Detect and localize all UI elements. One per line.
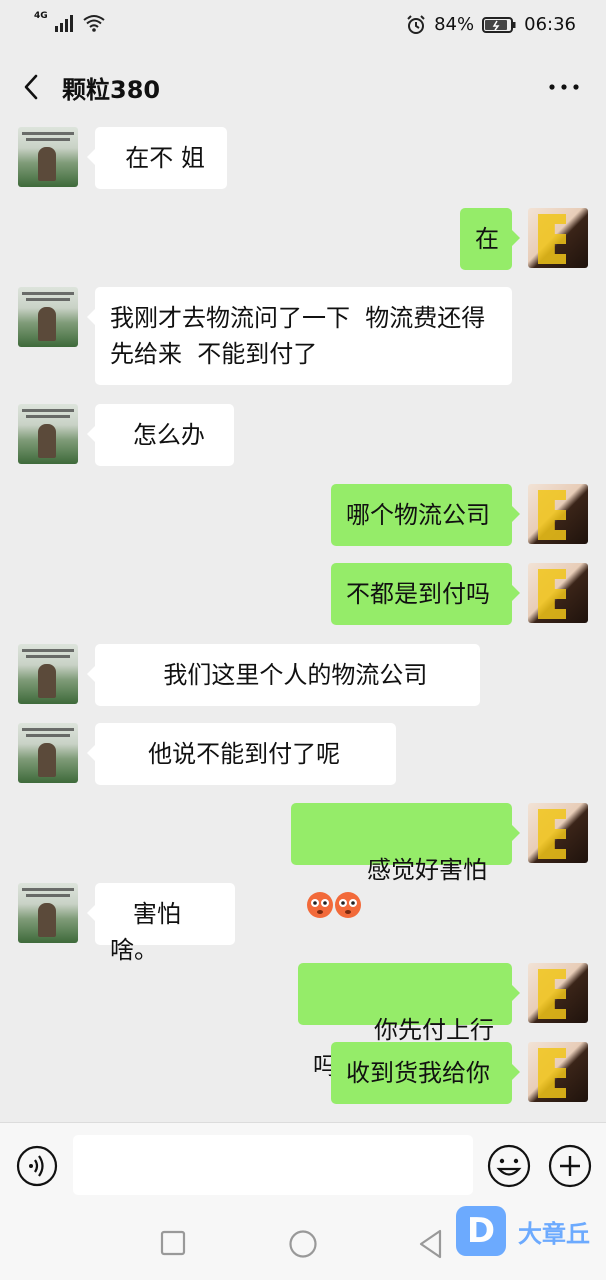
- watermark-logo: D: [456, 1206, 506, 1256]
- chat-title: 颗粒380: [62, 76, 161, 104]
- network-type: 4G: [34, 11, 48, 21]
- message-bubble-outgoing[interactable]: 不都是到付吗: [331, 563, 520, 625]
- message-bubble-outgoing[interactable]: 哪个物流公司: [331, 484, 520, 546]
- status-left: 4G: [34, 11, 106, 32]
- message-bubble-incoming[interactable]: 我刚才去物流问了一下 物流费还得 先给来 不能到付了: [87, 287, 512, 385]
- message-list[interactable]: 在不 姐 在 我刚才去物流问了一下 物流费还得 先给来 不能到付了 怎么办 哪个…: [0, 120, 606, 1122]
- message-input[interactable]: [73, 1135, 473, 1195]
- message-bubble-incoming[interactable]: 他说不能到付了呢: [87, 723, 396, 785]
- contact-avatar[interactable]: [18, 127, 78, 187]
- home-icon[interactable]: [288, 1229, 318, 1259]
- wifi-icon: [83, 15, 105, 32]
- message-bubble-incoming[interactable]: 在不 姐: [87, 127, 227, 189]
- status-right: 84% 06:36: [406, 14, 576, 35]
- contact-avatar[interactable]: [18, 723, 78, 783]
- my-avatar[interactable]: [528, 1042, 588, 1102]
- message-bubble-outgoing[interactable]: 你先付上行吗: [298, 963, 520, 1080]
- my-avatar[interactable]: [528, 963, 588, 1023]
- alarm-icon: [407, 14, 425, 34]
- contact-avatar[interactable]: [18, 287, 78, 347]
- message-bubble-incoming[interactable]: 我们这里个人的物流公司: [87, 644, 480, 706]
- recent-apps-icon[interactable]: [160, 1230, 186, 1256]
- message-bubble-incoming[interactable]: 害怕啥。: [87, 883, 235, 964]
- screen: 4G 84% 06:36 颗粒380 在不 姐 在 我刚才去物流问了一下 物流费…: [0, 0, 606, 1280]
- chat-header: 颗粒380: [0, 58, 606, 116]
- message-text: 感觉好害怕: [367, 856, 488, 884]
- back-arrow-icon[interactable]: [18, 72, 46, 102]
- battery-icon: [482, 16, 516, 33]
- message-bubble-outgoing[interactable]: 感觉好害怕: [291, 803, 520, 918]
- system-back-icon[interactable]: [416, 1228, 446, 1260]
- contact-avatar[interactable]: [18, 404, 78, 464]
- signal-icon: [54, 15, 73, 32]
- my-avatar[interactable]: [528, 484, 588, 544]
- input-bar: [0, 1122, 606, 1215]
- my-avatar[interactable]: [528, 208, 588, 268]
- watermark-text: 大章丘: [518, 1220, 590, 1248]
- more-icon[interactable]: [546, 73, 582, 101]
- watermark: D 大章丘: [456, 1206, 606, 1262]
- contact-avatar[interactable]: [18, 644, 78, 704]
- battery-percent: 84%: [434, 14, 475, 35]
- contact-avatar[interactable]: [18, 883, 78, 943]
- message-bubble-outgoing[interactable]: 在: [460, 208, 520, 270]
- message-bubble-outgoing[interactable]: 收到货我给你: [331, 1042, 520, 1104]
- message-bubble-incoming[interactable]: 怎么办: [87, 404, 234, 466]
- clock: 06:36: [524, 14, 576, 35]
- plus-icon[interactable]: [548, 1144, 592, 1188]
- flushed-face-emoji-icon: [307, 892, 333, 918]
- voice-input-icon[interactable]: [16, 1145, 58, 1187]
- my-avatar[interactable]: [528, 563, 588, 623]
- flushed-face-emoji-icon: [335, 892, 361, 918]
- status-bar: 4G 84% 06:36: [0, 0, 606, 52]
- emoji-icon[interactable]: [487, 1144, 531, 1188]
- my-avatar[interactable]: [528, 803, 588, 863]
